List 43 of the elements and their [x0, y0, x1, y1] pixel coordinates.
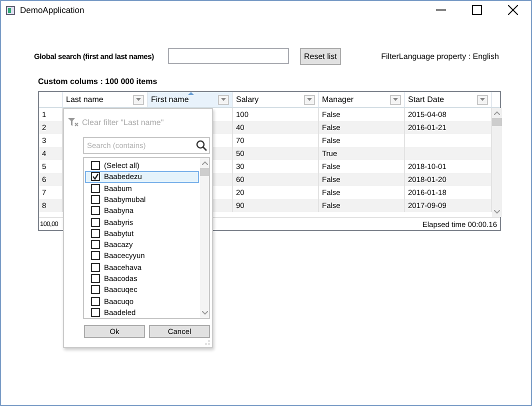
- column-header[interactable]: Start Date: [405, 92, 492, 107]
- checkbox[interactable]: [91, 308, 100, 317]
- caret-icon: [136, 98, 141, 101]
- caret-icon: [307, 98, 312, 101]
- scroll-down-icon[interactable]: [202, 311, 208, 315]
- checkbox[interactable]: [91, 296, 100, 306]
- scroll-thumb[interactable]: [492, 118, 502, 126]
- app-icon: [6, 6, 15, 14]
- column-header[interactable]: First name: [148, 92, 233, 107]
- filter-language-text: FilterLanguage property : English: [381, 52, 499, 60]
- checkbox[interactable]: [91, 274, 100, 283]
- search-icon: [196, 140, 207, 151]
- checkbox[interactable]: [91, 206, 100, 216]
- checkmark-icon: [92, 173, 99, 180]
- resize-grip-icon[interactable]: [205, 340, 210, 345]
- filter-dropdown-button[interactable]: [390, 94, 401, 104]
- filter-dropdown-button[interactable]: [218, 94, 229, 104]
- filter-dropdown-button[interactable]: [477, 94, 488, 104]
- checkbox[interactable]: [91, 161, 100, 170]
- column-header[interactable]: Salary: [233, 92, 319, 107]
- checkbox[interactable]: [91, 218, 100, 227]
- checkbox[interactable]: [91, 285, 100, 294]
- checkbox[interactable]: [91, 262, 100, 272]
- window-title: DemoApplication: [20, 5, 84, 15]
- caret-icon: [480, 98, 485, 101]
- checkbox[interactable]: [91, 240, 100, 250]
- filter-dropdown-button[interactable]: [133, 94, 144, 104]
- caret-icon: [393, 98, 398, 101]
- checkbox[interactable]: [91, 172, 100, 182]
- search-field[interactable]: [168, 48, 289, 64]
- checkbox[interactable]: [91, 251, 100, 260]
- clear-filter-icon[interactable]: [68, 118, 79, 126]
- close-icon: [508, 5, 518, 15]
- checkbox[interactable]: [91, 184, 100, 193]
- caret-icon: [221, 98, 226, 101]
- scroll-up-icon[interactable]: [202, 161, 208, 165]
- checkbox[interactable]: [91, 194, 100, 204]
- reset-list-button[interactable]: Reset list: [300, 48, 341, 64]
- maximize-icon: [472, 5, 482, 15]
- items-count-label: Custom colums : 100 000 items: [38, 77, 158, 86]
- scroll-thumb[interactable]: [200, 168, 209, 176]
- filter-dropdown-button[interactable]: [304, 94, 315, 104]
- checkbox[interactable]: [91, 228, 100, 238]
